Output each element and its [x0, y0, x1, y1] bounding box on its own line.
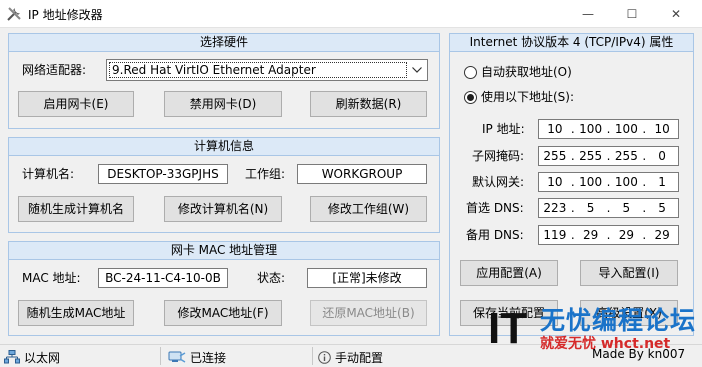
mask-octet[interactable]: 255	[611, 149, 643, 163]
mask-octet[interactable]: 255	[575, 149, 607, 163]
status-separator	[312, 347, 313, 365]
primary-dns-label: 首选 DNS:	[466, 201, 524, 215]
computer-name-field[interactable]: DESKTOP-33GPJHS	[98, 164, 228, 184]
status-separator	[160, 347, 161, 365]
ip-octet[interactable]: 10	[539, 122, 571, 136]
enable-adapter-button[interactable]: 启用网卡(E)	[18, 91, 134, 117]
mask-octet[interactable]: 0	[646, 149, 678, 163]
adapter-select[interactable]: 9.Red Hat VirtIO Ethernet Adapter	[106, 59, 428, 81]
workgroup-field[interactable]: WORKGROUP	[297, 164, 427, 184]
manual-address-radio[interactable]	[464, 91, 477, 104]
config-mode-status: 手动配置	[318, 349, 383, 365]
computer-group-header: 计算机信息	[9, 138, 439, 156]
close-icon: ✕	[670, 7, 682, 21]
gateway-octet[interactable]: 100	[575, 175, 607, 189]
mac-status-label: 状态:	[257, 271, 286, 285]
change-computer-name-button[interactable]: 修改计算机名(N)	[164, 196, 282, 222]
connected-icon	[168, 351, 186, 363]
mac-status-field: [正常]未修改	[307, 268, 427, 288]
secondary-dns-label: 备用 DNS:	[466, 228, 524, 242]
mac-group-header: 网卡 MAC 地址管理	[9, 242, 439, 260]
info-icon	[318, 350, 331, 364]
ip-octet[interactable]: 10	[646, 122, 678, 136]
apply-config-button[interactable]: 应用配置(A)	[460, 260, 558, 286]
gateway-octet[interactable]: 100	[611, 175, 643, 189]
adapter-selected-value: 9.Red Hat VirtIO Ethernet Adapter	[109, 62, 407, 78]
mask-octet[interactable]: 255	[539, 149, 571, 163]
computer-name-label: 计算机名:	[22, 167, 75, 181]
minimize-icon: —	[582, 7, 594, 21]
adapter-label: 网络适配器:	[22, 63, 87, 77]
maximize-button[interactable]: ☐	[610, 0, 654, 28]
change-workgroup-button[interactable]: 修改工作组(W)	[310, 196, 427, 222]
ip-address-label: IP 地址:	[482, 122, 525, 136]
manual-address-label[interactable]: 使用以下地址(S):	[481, 89, 574, 105]
gateway-octet[interactable]: 10	[539, 175, 571, 189]
dns1-octet[interactable]: 223	[539, 201, 571, 215]
gateway-label: 默认网关:	[472, 175, 525, 189]
maximize-icon: ☐	[626, 7, 638, 21]
network-icon	[4, 350, 20, 364]
ip-octet[interactable]: 100	[575, 122, 607, 136]
connection-text: 已连接	[190, 350, 227, 365]
dns1-octet[interactable]: 5	[575, 201, 607, 215]
gateway-octet[interactable]: 1	[646, 175, 678, 189]
import-config-button[interactable]: 导入配置(I)	[580, 260, 678, 286]
subnet-mask-label: 子网掩码:	[472, 149, 525, 163]
advanced-settings-button[interactable]: 高级设置(X)	[580, 300, 678, 326]
primary-dns-input[interactable]: 223. 5. 5. 5	[538, 198, 679, 218]
gateway-input[interactable]: 10. 100. 100. 1	[538, 172, 679, 192]
workgroup-label: 工作组:	[245, 167, 286, 181]
dns1-octet[interactable]: 5	[611, 201, 643, 215]
disable-adapter-button[interactable]: 禁用网卡(D)	[164, 91, 282, 117]
refresh-data-button[interactable]: 刷新数据(R)	[310, 91, 427, 117]
network-type-status: 以太网	[4, 349, 60, 365]
dns2-octet[interactable]: 29	[611, 228, 643, 242]
ip-address-input[interactable]: 10. 100. 100. 10	[538, 119, 679, 139]
ipv4-group-header: Internet 协议版本 4 (TCP/IPv4) 属性	[450, 34, 693, 52]
subnet-mask-input[interactable]: 255. 255. 255. 0	[538, 146, 679, 166]
mac-address-field[interactable]: BC-24-11-C4-10-0B	[98, 268, 228, 288]
connection-status: 已连接	[168, 349, 226, 365]
title-bar: IP 地址修改器 — ☐ ✕	[0, 0, 702, 28]
auto-address-label[interactable]: 自动获取地址(O)	[481, 64, 572, 80]
chevron-down-icon[interactable]	[407, 60, 427, 80]
restore-mac-button[interactable]: 还原MAC地址(B)	[310, 300, 427, 326]
config-mode-text: 手动配置	[335, 350, 384, 365]
tools-icon	[7, 7, 21, 21]
dns1-octet[interactable]: 5	[646, 201, 678, 215]
ip-octet[interactable]: 100	[611, 122, 643, 136]
dns2-octet[interactable]: 29	[646, 228, 678, 242]
random-mac-button[interactable]: 随机生成MAC地址	[18, 300, 134, 326]
auto-address-radio[interactable]	[464, 66, 477, 79]
close-button[interactable]: ✕	[654, 0, 698, 28]
dns2-octet[interactable]: 29	[575, 228, 607, 242]
window-title: IP 地址修改器	[28, 8, 103, 22]
change-mac-button[interactable]: 修改MAC地址(F)	[164, 300, 282, 326]
hardware-group-header: 选择硬件	[9, 34, 439, 52]
network-type-text: 以太网	[24, 350, 61, 365]
random-computer-name-button[interactable]: 随机生成计算机名	[18, 196, 134, 222]
status-bar: 以太网 已连接 手动配置	[0, 344, 702, 367]
mac-address-label: MAC 地址:	[22, 271, 81, 285]
save-config-button[interactable]: 保存当前配置	[460, 300, 558, 326]
minimize-button[interactable]: —	[566, 0, 610, 28]
secondary-dns-input[interactable]: 119. 29. 29. 29	[538, 225, 679, 245]
dns2-octet[interactable]: 119	[539, 228, 571, 242]
